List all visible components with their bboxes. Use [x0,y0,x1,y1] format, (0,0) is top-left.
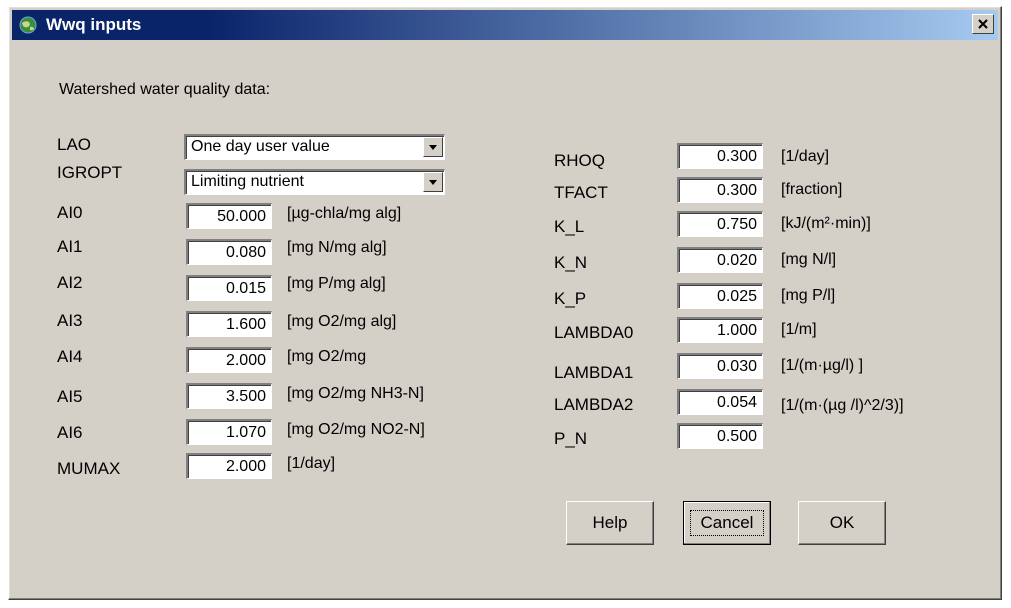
param-label-mumax: MUMAX [57,459,121,478]
ok-button-label: OK [829,513,855,532]
section-heading: Watershed water quality data: [59,81,271,98]
igropt-select-value: Limiting nutrient [191,173,304,190]
param-label-rhoq: RHOQ [554,151,605,170]
param-unit-lambda1: [1/(m·µg/l) ] [781,357,864,374]
cancel-button[interactable]: Cancel [683,501,771,545]
help-button[interactable]: Help [566,501,654,545]
param-input-p-n[interactable]: 0.500 [677,423,763,449]
param-label-ai5: AI5 [57,387,83,406]
param-input-k-l[interactable]: 0.750 [677,211,763,237]
close-icon [978,19,988,29]
param-input-tfact[interactable]: 0.300 [677,177,763,203]
param-input-ai3[interactable]: 1.600 [186,311,272,337]
help-button-label: Help [592,513,628,532]
param-unit-ai6: [mg O2/mg NO2-N] [287,421,425,438]
param-unit-tfact: [fraction] [781,181,843,198]
param-label-lambda0: LAMBDA0 [554,323,634,342]
param-label-ai2: AI2 [57,273,83,292]
param-input-lambda1[interactable]: 0.030 [677,353,763,379]
dropdown-arrow-icon[interactable] [423,137,443,157]
param-label-ai1: AI1 [57,237,83,256]
param-input-ai2[interactable]: 0.015 [186,275,272,301]
title-bar[interactable]: Wwq inputs [12,10,998,40]
param-input-ai0[interactable]: 50.000 [186,203,272,229]
lao-label: LAO [57,135,92,154]
param-unit-k-n: [mg N/l] [781,251,837,268]
param-unit-mumax: [1/day] [287,455,336,472]
param-label-ai4: AI4 [57,347,83,366]
dropdown-arrow-icon[interactable] [423,172,443,192]
param-input-ai1[interactable]: 0.080 [186,239,272,265]
wwq-inputs-dialog: Wwq inputs Watershed water quality data:… [8,6,1002,600]
lao-select-value: One day user value [191,138,330,155]
param-unit-lambda0: [1/m] [781,321,817,338]
igropt-select[interactable]: Limiting nutrient [184,169,445,195]
param-label-k-n: K_N [554,253,588,272]
igropt-label: IGROPT [57,163,123,182]
ok-button[interactable]: OK [798,501,886,545]
lao-select[interactable]: One day user value [184,134,445,160]
param-unit-ai2: [mg P/mg alg] [287,275,386,292]
globe-icon [19,16,37,34]
param-input-lambda2[interactable]: 0.054 [677,389,763,415]
param-input-lambda0[interactable]: 1.000 [677,317,763,343]
param-label-k-p: K_P [554,289,587,308]
param-input-k-p[interactable]: 0.025 [677,283,763,309]
param-unit-lambda2: [1/(m·(µg /l)^2/3)] [781,397,904,414]
param-label-tfact: TFACT [554,183,608,202]
param-input-k-n[interactable]: 0.020 [677,247,763,273]
param-unit-ai4: [mg O2/mg [287,348,367,365]
param-label-ai3: AI3 [57,311,83,330]
param-label-lambda1: LAMBDA1 [554,363,634,382]
param-label-lambda2: LAMBDA2 [554,395,634,414]
param-input-ai6[interactable]: 1.070 [186,419,272,445]
param-input-rhoq[interactable]: 0.300 [677,143,763,169]
param-unit-ai1: [mg N/mg alg] [287,239,387,256]
param-label-k-l: K_L [554,217,585,236]
param-input-mumax[interactable]: 2.000 [186,453,272,479]
param-unit-k-l: [kJ/(m²·min)] [781,215,871,232]
param-label-ai6: AI6 [57,423,83,442]
param-unit-ai5: [mg O2/mg NH3-N] [287,385,424,402]
close-button[interactable] [972,14,994,34]
param-input-ai5[interactable]: 3.500 [186,383,272,409]
cancel-button-label: Cancel [700,513,754,532]
window-title: Wwq inputs [46,15,142,34]
param-unit-rhoq: [1/day] [781,148,830,165]
param-unit-ai0: [µg-chla/mg alg] [287,205,402,222]
param-input-ai4[interactable]: 2.000 [186,347,272,373]
param-label-ai0: AI0 [57,203,83,222]
param-label-p-n: P_N [554,429,588,448]
param-unit-k-p: [mg P/l] [781,287,836,304]
param-unit-ai3: [mg O2/mg alg] [287,313,397,330]
